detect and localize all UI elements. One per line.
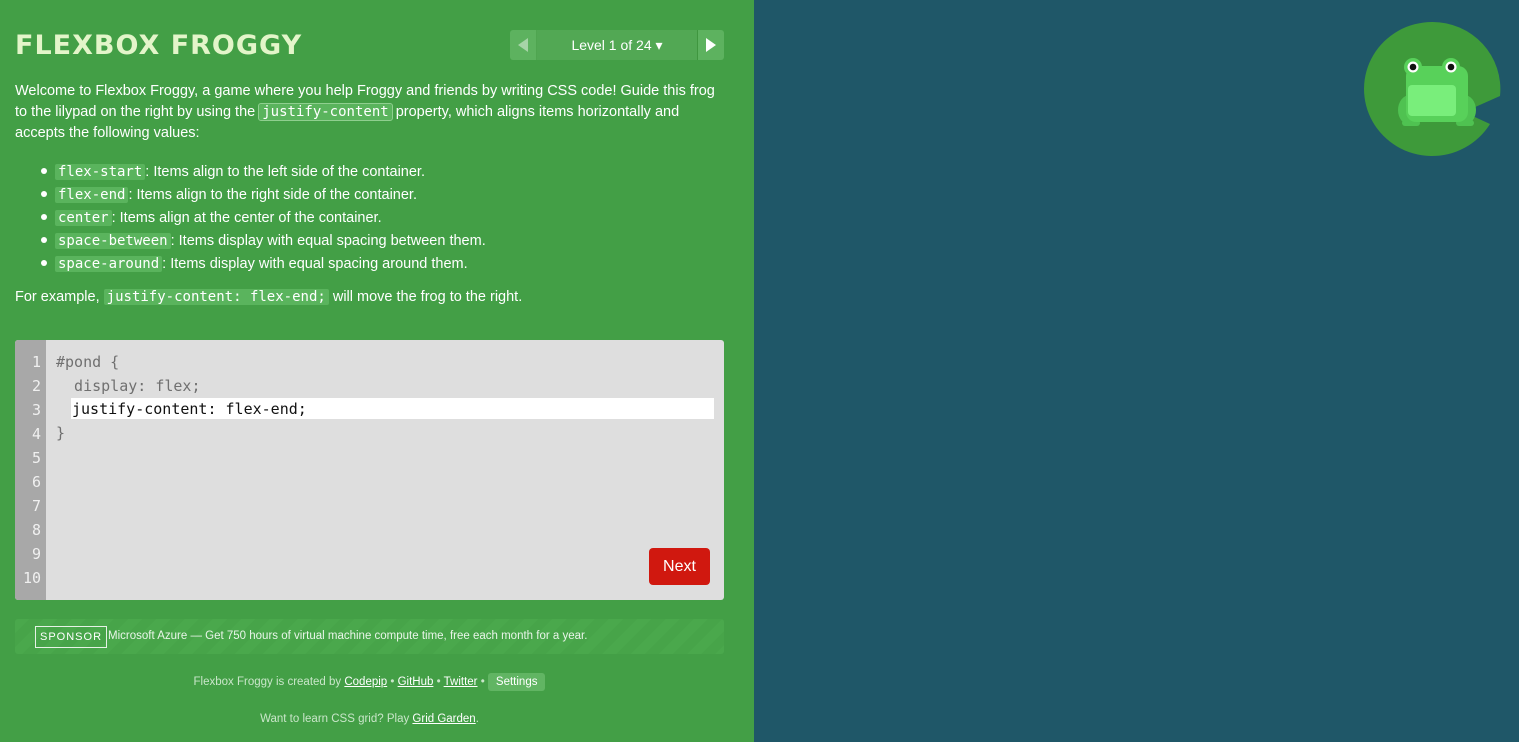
value-desc: : Items align to the left side of the co… (145, 163, 425, 180)
footer-separator: • (387, 676, 398, 688)
value-desc: : Items align at the center of the conta… (111, 209, 382, 226)
example-code: justify-content: flex-end; (103, 289, 329, 305)
footer-separator: • (477, 676, 488, 688)
values-list: flex-start: Items align to the left side… (41, 160, 486, 275)
line-number: 2 (31, 377, 41, 395)
line-number: 1 (31, 353, 41, 371)
list-item: flex-start: Items align to the left side… (41, 160, 486, 183)
pond (754, 0, 1519, 742)
list-item: center: Items align at the center of the… (41, 206, 486, 229)
next-level-button[interactable] (697, 30, 724, 60)
lilypad-with-frog (1364, 22, 1501, 156)
intro-code: justify-content (258, 103, 393, 121)
grid-garden-link[interactable]: Grid Garden (412, 713, 475, 725)
grid-suffix: . (475, 713, 479, 725)
next-button[interactable]: Next (649, 548, 710, 585)
value-code: flex-start (55, 163, 146, 180)
line-number: 6 (31, 473, 41, 491)
line-number: 8 (31, 521, 41, 539)
twitter-link[interactable]: Twitter (444, 676, 478, 688)
line-number-gutter: 1 2 3 4 5 6 7 8 9 10 (15, 340, 46, 600)
value-code: space-around (55, 255, 163, 272)
sidebar: Flexbox Froggy Level 1 of 24 ▾ Welcome t… (0, 0, 754, 742)
footer-grid-garden: Want to learn CSS grid? Play Grid Garden… (0, 713, 739, 725)
line-number: 7 (31, 497, 41, 515)
sponsor-banner[interactable]: SPONSOR Microsoft Azure — Get 750 hours … (15, 619, 724, 654)
sponsor-badge: SPONSOR (35, 626, 108, 648)
instructions-intro: Welcome to Flexbox Froggy, a game where … (15, 81, 727, 144)
code-line-selector: #pond { (56, 353, 120, 371)
value-code: space-between (55, 232, 171, 249)
footer-separator: • (433, 676, 444, 688)
game-title: Flexbox Froggy (15, 30, 303, 61)
level-indicator[interactable]: Level 1 of 24 ▾ (537, 30, 697, 60)
value-desc: : Items align to the right side of the c… (128, 186, 417, 203)
line-number: 10 (22, 569, 41, 587)
value-desc: : Items display with equal spacing betwe… (170, 232, 486, 249)
settings-button[interactable]: Settings (487, 673, 546, 691)
arrow-right-icon (706, 38, 716, 52)
previous-level-button[interactable] (510, 30, 537, 60)
footer-created-by: Flexbox Froggy is created by (193, 676, 345, 688)
list-item: flex-end: Items align to the right side … (41, 183, 486, 206)
value-code: center (55, 209, 112, 226)
code-line-close-brace: } (56, 424, 66, 442)
arrow-left-icon (518, 38, 528, 52)
example-suffix: will move the frog to the right. (328, 289, 523, 305)
github-link[interactable]: GitHub (398, 676, 434, 688)
value-desc: : Items display with equal spacing aroun… (162, 255, 468, 272)
example-prefix: For example, (15, 289, 104, 305)
value-code: flex-end (55, 186, 129, 203)
grid-prefix: Want to learn CSS grid? Play (260, 713, 413, 725)
css-code-input[interactable] (71, 398, 714, 419)
list-item: space-around: Items display with equal s… (41, 252, 486, 275)
code-line-display: display: flex; (56, 377, 201, 395)
line-number: 3 (31, 401, 41, 419)
line-number: 4 (31, 425, 41, 443)
level-navigation: Level 1 of 24 ▾ (510, 30, 724, 60)
code-editor: 1 2 3 4 5 6 7 8 9 10 #pond { display: fl… (15, 340, 724, 600)
example-text: For example, justify-content: flex-end; … (15, 289, 522, 305)
sponsor-text[interactable]: Microsoft Azure — Get 750 hours of virtu… (108, 630, 587, 642)
list-item: space-between: Items display with equal … (41, 229, 486, 252)
codepip-link[interactable]: Codepip (344, 676, 387, 688)
line-number: 9 (31, 545, 41, 563)
footer-credits: Flexbox Froggy is created by Codepip • G… (0, 673, 739, 691)
line-number: 5 (31, 449, 41, 467)
